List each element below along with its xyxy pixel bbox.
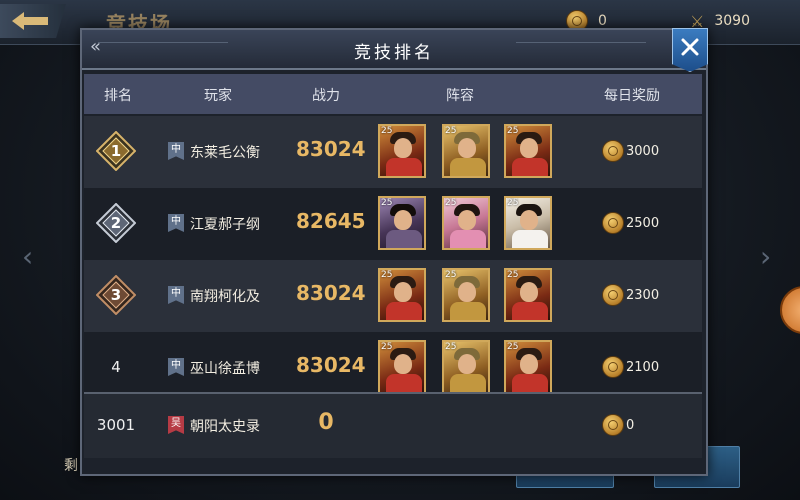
ranking-row[interactable]: 1 中 东莱毛公衡 83024 25 25 25 3000 <box>84 116 702 188</box>
player-power: 82645 <box>296 209 366 233</box>
hero-portrait[interactable]: 25 <box>378 268 426 322</box>
col-player: 玩家 <box>204 88 232 104</box>
rank-number: 2 <box>110 214 122 232</box>
hero-level: 25 <box>507 198 519 208</box>
daily-reward: 2500 <box>602 212 659 234</box>
hero-portrait[interactable]: 25 <box>504 340 552 392</box>
reward-amount: 3000 <box>626 143 660 159</box>
player-power: 83024 <box>296 281 366 305</box>
hero-portrait[interactable]: 25 <box>442 196 490 250</box>
bg-remaining-label: 剩 <box>64 458 78 474</box>
server-flag-icon: 中 <box>168 142 184 160</box>
prev-arrow-icon[interactable]: ‹ <box>22 240 33 273</box>
hero-portrait[interactable]: 25 <box>504 268 552 322</box>
hero-level: 25 <box>445 126 457 136</box>
reward-amount: 2500 <box>626 215 660 231</box>
col-lineup: 阵容 <box>446 88 474 104</box>
hero-level: 25 <box>381 126 393 136</box>
player-name: 巫山徐孟博 <box>190 361 260 377</box>
ranking-row[interactable]: 3 中 南翔柯化及 83024 25 25 25 2300 <box>84 260 702 332</box>
my-daily-reward: 0 <box>602 414 634 436</box>
my-player-name: 朝阳太史录 <box>190 419 260 435</box>
my-ranking-row: 3001 吴 朝阳太史录 0 0 <box>84 392 702 458</box>
server-flag-icon: 中 <box>168 358 184 376</box>
daily-reward: 2100 <box>602 356 659 378</box>
column-header: 排名 玩家 战力 阵容 每日奖励 <box>84 74 702 114</box>
hero-level: 25 <box>381 342 393 352</box>
hero-level: 25 <box>507 126 519 136</box>
reward-amount: 2300 <box>626 287 660 303</box>
dialog-title: 竞技排名 <box>354 43 434 63</box>
my-reward-amount: 0 <box>626 417 635 433</box>
reward-amount: 2100 <box>626 359 660 375</box>
hero-level: 25 <box>445 342 457 352</box>
hero-portrait[interactable]: 25 <box>378 196 426 250</box>
hero-portrait[interactable]: 25 <box>442 340 490 392</box>
col-daily-reward: 每日奖励 <box>604 88 660 104</box>
hero-level: 25 <box>507 342 519 352</box>
col-rank: 排名 <box>104 88 132 104</box>
coin-icon <box>602 356 624 378</box>
hero-portrait[interactable]: 25 <box>504 124 552 178</box>
hero-level: 25 <box>445 270 457 280</box>
resource-2-value: 3090 <box>714 13 750 29</box>
player-name: 江夏郝子纲 <box>190 217 260 233</box>
coin-icon <box>602 212 624 234</box>
col-power: 战力 <box>312 88 340 104</box>
hero-level: 25 <box>381 198 393 208</box>
ranking-row[interactable]: 2 中 江夏郝子纲 82645 25 25 25 2500 <box>84 188 702 260</box>
player-power: 83024 <box>296 353 366 377</box>
server-flag-icon: 中 <box>168 286 184 304</box>
server-flag-icon: 中 <box>168 214 184 232</box>
player-power: 83024 <box>296 137 366 161</box>
resource-1-value: 0 <box>598 13 607 29</box>
hero-portrait[interactable]: 25 <box>378 340 426 392</box>
close-icon <box>681 38 699 56</box>
rank-number: 3 <box>110 286 122 304</box>
ranking-row[interactable]: 4 中 巫山徐孟博 83024 25 25 25 2100 <box>84 332 702 392</box>
back-button[interactable] <box>0 4 66 38</box>
close-button[interactable] <box>672 28 708 72</box>
hero-level: 25 <box>507 270 519 280</box>
hero-portrait[interactable]: 25 <box>442 124 490 178</box>
coin-icon <box>602 284 624 306</box>
hero-portrait[interactable]: 25 <box>378 124 426 178</box>
hero-level: 25 <box>381 270 393 280</box>
hero-level: 25 <box>445 198 457 208</box>
back-arrow-icon <box>12 12 48 30</box>
player-name: 东莱毛公衡 <box>190 145 260 161</box>
dialog-header: « 竞技排名 <box>82 28 708 72</box>
my-rank: 3001 <box>96 416 136 434</box>
next-arrow-icon[interactable]: › <box>760 240 771 273</box>
coin-icon <box>602 414 624 436</box>
coin-icon <box>602 140 624 162</box>
player-name: 南翔柯化及 <box>190 289 260 305</box>
server-flag-icon: 吴 <box>168 416 184 434</box>
hero-portrait[interactable]: 25 <box>442 268 490 322</box>
my-power: 0 <box>318 410 334 435</box>
ranking-dialog: « 竞技排名 排名 玩家 战力 阵容 每日奖励 1 中 东莱毛公衡 83024 … <box>80 28 708 476</box>
rank-number: 1 <box>110 142 122 160</box>
daily-reward: 2300 <box>602 284 659 306</box>
daily-reward: 3000 <box>602 140 659 162</box>
hero-portrait[interactable]: 25 <box>504 196 552 250</box>
rank-number: 4 <box>111 358 121 376</box>
